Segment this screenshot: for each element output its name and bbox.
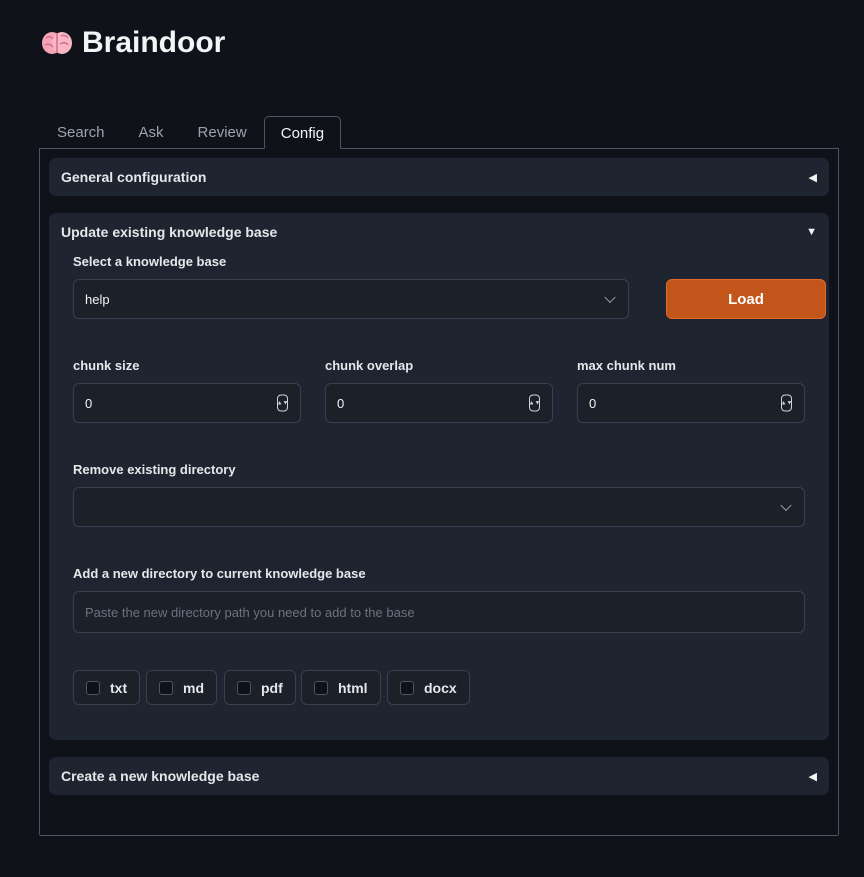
- checkbox-icon: [314, 680, 328, 695]
- app-title: Braindoor: [40, 26, 225, 60]
- stepper-icon[interactable]: ▲▼: [781, 394, 792, 412]
- max-chunk-num-label: max chunk num: [577, 358, 676, 373]
- add-dir-label: Add a new directory to current knowledge…: [73, 566, 366, 581]
- chunk-overlap-value: 0: [337, 395, 345, 411]
- general-config-header[interactable]: General configuration ◀: [49, 158, 829, 196]
- update-kb-header[interactable]: Update existing knowledge base ▼: [49, 213, 829, 251]
- filetype-label: pdf: [261, 679, 283, 696]
- add-dir-placeholder: Paste the new directory path you need to…: [85, 604, 415, 620]
- chunk-size-value: 0: [85, 395, 93, 411]
- select-kb-dropdown[interactable]: help: [73, 279, 629, 319]
- tab-bar: Search Ask Review Config: [40, 116, 342, 149]
- tab-review[interactable]: Review: [181, 116, 264, 149]
- expand-arrow-icon: ▼: [806, 226, 817, 238]
- filetype-label: html: [338, 679, 368, 696]
- select-kb-label: Select a knowledge base: [73, 254, 227, 269]
- max-chunk-num-input[interactable]: 0 ▲▼: [577, 383, 805, 423]
- chunk-overlap-input[interactable]: 0 ▲▼: [325, 383, 553, 423]
- stepper-icon[interactable]: ▲▼: [529, 394, 540, 412]
- create-kb-accordion: Create a new knowledge base ◀: [49, 757, 829, 795]
- checkbox-icon: [86, 680, 100, 695]
- collapse-arrow-icon: ◀: [808, 171, 817, 184]
- update-kb-accordion: Update existing knowledge base ▼ Select …: [49, 213, 829, 740]
- general-config-title: General configuration: [61, 169, 207, 185]
- add-dir-input[interactable]: Paste the new directory path you need to…: [73, 591, 805, 633]
- create-kb-title: Create a new knowledge base: [61, 768, 260, 784]
- load-button[interactable]: Load: [666, 279, 826, 319]
- filetype-md-checkbox[interactable]: md: [146, 670, 217, 705]
- filetype-html-checkbox[interactable]: html: [301, 670, 381, 705]
- filetype-label: txt: [110, 679, 128, 696]
- tab-search[interactable]: Search: [40, 116, 122, 149]
- max-chunk-num-value: 0: [589, 395, 597, 411]
- filetype-docx-checkbox[interactable]: docx: [387, 670, 470, 705]
- remove-dir-label: Remove existing directory: [73, 462, 236, 477]
- filetype-label: docx: [424, 679, 457, 696]
- filetype-pdf-checkbox[interactable]: pdf: [224, 670, 296, 705]
- remove-dir-dropdown[interactable]: [73, 487, 805, 527]
- tab-config[interactable]: Config: [263, 116, 342, 149]
- brain-icon: [40, 26, 74, 60]
- chunk-size-input[interactable]: 0 ▲▼: [73, 383, 301, 423]
- select-kb-value: help: [85, 291, 110, 307]
- update-kb-title: Update existing knowledge base: [61, 224, 278, 240]
- checkbox-icon: [237, 680, 251, 695]
- checkbox-icon: [400, 680, 414, 695]
- chunk-size-label: chunk size: [73, 358, 140, 373]
- config-panel: General configuration ◀ Update existing …: [39, 148, 839, 836]
- general-config-accordion: General configuration ◀: [49, 158, 829, 196]
- stepper-icon[interactable]: ▲▼: [277, 394, 288, 412]
- checkbox-icon: [159, 680, 173, 695]
- filetype-label: md: [183, 679, 204, 696]
- tab-ask[interactable]: Ask: [122, 116, 181, 149]
- app-name: Braindoor: [82, 26, 226, 59]
- filetype-txt-checkbox[interactable]: txt: [73, 670, 141, 705]
- chevron-down-icon: [780, 499, 792, 512]
- chunk-overlap-label: chunk overlap: [325, 358, 414, 373]
- chevron-down-icon: [604, 291, 616, 304]
- collapse-arrow-icon: ◀: [808, 770, 817, 783]
- create-kb-header[interactable]: Create a new knowledge base ◀: [49, 757, 829, 795]
